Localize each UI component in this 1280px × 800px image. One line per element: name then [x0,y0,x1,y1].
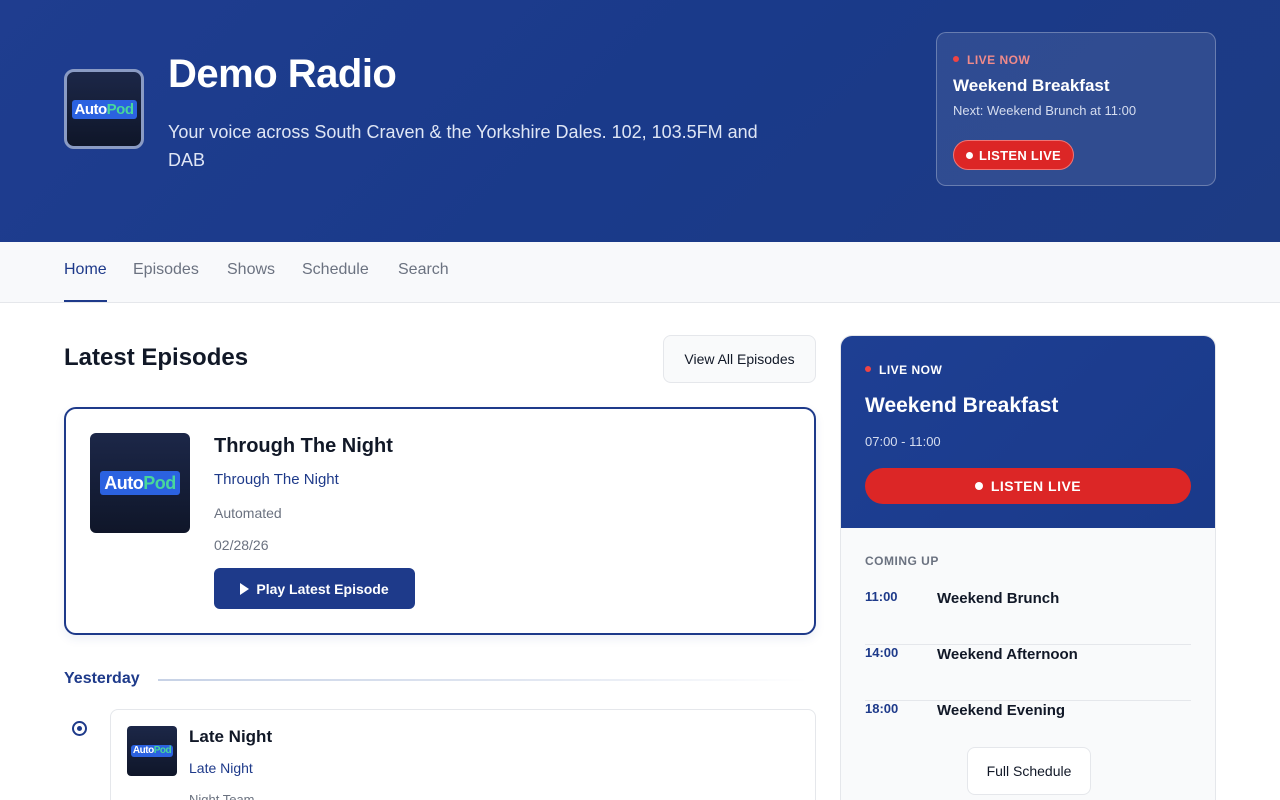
episode-artwork: AutoPod [90,433,190,533]
autopod-logo-badge: AutoPod [71,99,137,119]
play-latest-episode-button[interactable]: Play Latest Episode [214,568,415,609]
next-show-text: Next: Weekend Brunch at 11:00 [953,103,1137,118]
episode-artwork: AutoPod [127,726,177,776]
latest-episodes-heading: Latest Episodes [64,344,249,371]
live-sidebar: LIVE NOW Weekend Breakfast 07:00 - 11:00… [840,335,1216,800]
episode-title[interactable]: Late Night [189,727,272,747]
play-icon [240,582,250,595]
episode-show-link[interactable]: Through The Night [214,471,339,488]
featured-episode-card[interactable]: AutoPod Through The Night Through The Ni… [64,407,816,635]
episode-title[interactable]: Through The Night [214,435,393,458]
nav-shows[interactable]: Shows [227,242,275,302]
nav-episodes[interactable]: Episodes [133,242,199,302]
live-show-name: Weekend Breakfast [865,394,1059,417]
station-logo[interactable]: AutoPod [64,69,144,149]
live-dot-icon [953,56,959,62]
hero-header: AutoPod Demo Radio Your voice across Sou… [0,0,1280,242]
nav-home[interactable]: Home [64,242,107,302]
header-live-card: LIVE NOW Weekend Breakfast Next: Weekend… [936,32,1216,186]
coming-up-heading: COMING UP [865,554,939,568]
sidebar-listen-live-button[interactable]: LISTEN LIVE [865,468,1191,504]
schedule-time: 11:00 [865,589,898,604]
live-now-badge: LIVE NOW [865,363,942,377]
live-dot-icon [974,482,983,490]
episode-host: Automated [214,505,282,521]
view-all-episodes-button[interactable]: View All Episodes [663,335,816,383]
schedule-item[interactable]: 14:00 Weekend Afternoon [865,645,1191,701]
day-group-divider [158,679,808,681]
episode-date: 02/28/26 [214,537,269,553]
schedule-time: 18:00 [865,701,899,716]
episode-show-link[interactable]: Late Night [189,760,253,776]
episode-card[interactable]: AutoPod Late Night Late Night Night Team [110,709,816,800]
main-nav: Home Episodes Shows Schedule Search [0,242,1280,303]
autopod-logo-badge: AutoPod [130,745,174,757]
autopod-logo-badge: AutoPod [100,471,180,495]
live-dot-icon [865,366,871,372]
schedule-show-name: Weekend Evening [937,702,1066,719]
live-show-time: 07:00 - 11:00 [865,434,941,449]
listen-live-button[interactable]: LISTEN LIVE [953,140,1075,170]
live-now-badge: LIVE NOW [953,53,1030,67]
schedule-item[interactable]: 11:00 Weekend Brunch [865,589,1191,645]
nav-search[interactable]: Search [398,242,449,302]
schedule-show-name: Weekend Brunch [937,590,1060,607]
station-tagline: Your voice across South Craven & the Yor… [168,122,758,170]
station-title: Demo Radio [168,52,397,96]
live-dot-icon [966,151,973,159]
timeline-marker-icon [72,721,87,736]
day-group-label: Yesterday [64,670,140,687]
live-show-name: Weekend Breakfast [953,76,1110,95]
schedule-show-name: Weekend Afternoon [937,646,1078,663]
nav-schedule[interactable]: Schedule [302,242,369,302]
episode-host: Night Team [189,792,255,800]
full-schedule-button[interactable]: Full Schedule [967,747,1091,795]
sidebar-live-panel: LIVE NOW Weekend Breakfast 07:00 - 11:00… [841,336,1215,528]
schedule-time: 14:00 [865,645,899,660]
